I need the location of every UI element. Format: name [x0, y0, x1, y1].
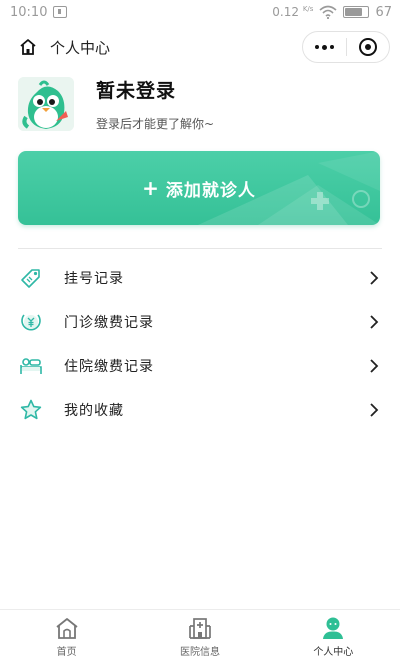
tab-label: 首页 [56, 647, 77, 658]
chevron-right-icon [370, 359, 379, 373]
network-speed: 0.12 K/s [272, 5, 314, 19]
nav-bar: 个人中心 [0, 24, 400, 70]
tab-home[interactable]: 首页 [0, 610, 133, 661]
user-icon [320, 615, 346, 641]
home-tab-icon [54, 615, 80, 641]
profile-header[interactable]: 暂未登录 登录后才能更了解你~ [18, 76, 382, 132]
star-icon [18, 397, 44, 423]
chevron-right-icon [370, 403, 379, 417]
mini-program-capsule [302, 31, 390, 63]
wifi-icon [319, 5, 337, 19]
menu-item-inpatient-payments[interactable]: 住院缴费记录 [0, 344, 400, 388]
tag-icon [18, 265, 44, 291]
avatar [18, 77, 74, 131]
home-icon [20, 39, 36, 55]
menu-item-label: 门诊缴费记录 [64, 315, 154, 331]
close-mini-program-button[interactable] [347, 32, 389, 62]
add-patient-button[interactable]: + 添加就诊人 [18, 151, 380, 225]
more-dots-icon [315, 45, 319, 49]
menu-item-registration-records[interactable]: 挂号记录 [0, 256, 400, 300]
menu-item-label: 我的收藏 [64, 403, 124, 419]
tab-hospital-info[interactable]: 医院信息 [133, 610, 266, 661]
menu-item-outpatient-payments[interactable]: 门诊缴费记录 [0, 300, 400, 344]
plus-icon: + [142, 176, 160, 200]
bird-mascot-icon [18, 77, 74, 131]
login-status-title: 暂未登录 [96, 80, 177, 102]
chevron-right-icon [370, 315, 379, 329]
home-button[interactable] [10, 29, 46, 65]
menu-item-my-favorites[interactable]: 我的收藏 [0, 388, 400, 432]
menu-item-label: 挂号记录 [64, 271, 124, 287]
chevron-right-icon [370, 271, 379, 285]
bed-icon [18, 353, 44, 379]
yen-coin-icon [18, 309, 44, 335]
page-title: 个人中心 [50, 38, 111, 57]
status-bar: 10:10 0.12 K/s 67 [0, 0, 400, 24]
tab-label: 医院信息 [179, 647, 220, 658]
more-button[interactable] [303, 32, 346, 62]
notification-icon [53, 6, 68, 18]
bottom-tab-bar: 首页 医院信息 个人中心 [0, 609, 400, 661]
login-hint: 登录后才能更了解你~ [96, 117, 215, 131]
hospital-icon [187, 615, 213, 641]
menu-item-label: 住院缴费记录 [64, 359, 154, 375]
status-time: 10:10 [10, 4, 48, 20]
section-divider [18, 248, 382, 249]
battery-icon [343, 6, 370, 18]
battery-level: 67 [375, 4, 392, 20]
add-patient-label: 添加就诊人 [165, 180, 256, 201]
menu-list: 挂号记录 门诊缴费记录 住院缴费记录 我的收藏 [0, 256, 400, 432]
target-icon [358, 38, 377, 56]
tab-profile[interactable]: 个人中心 [267, 610, 400, 661]
tab-label: 个人中心 [313, 647, 354, 658]
